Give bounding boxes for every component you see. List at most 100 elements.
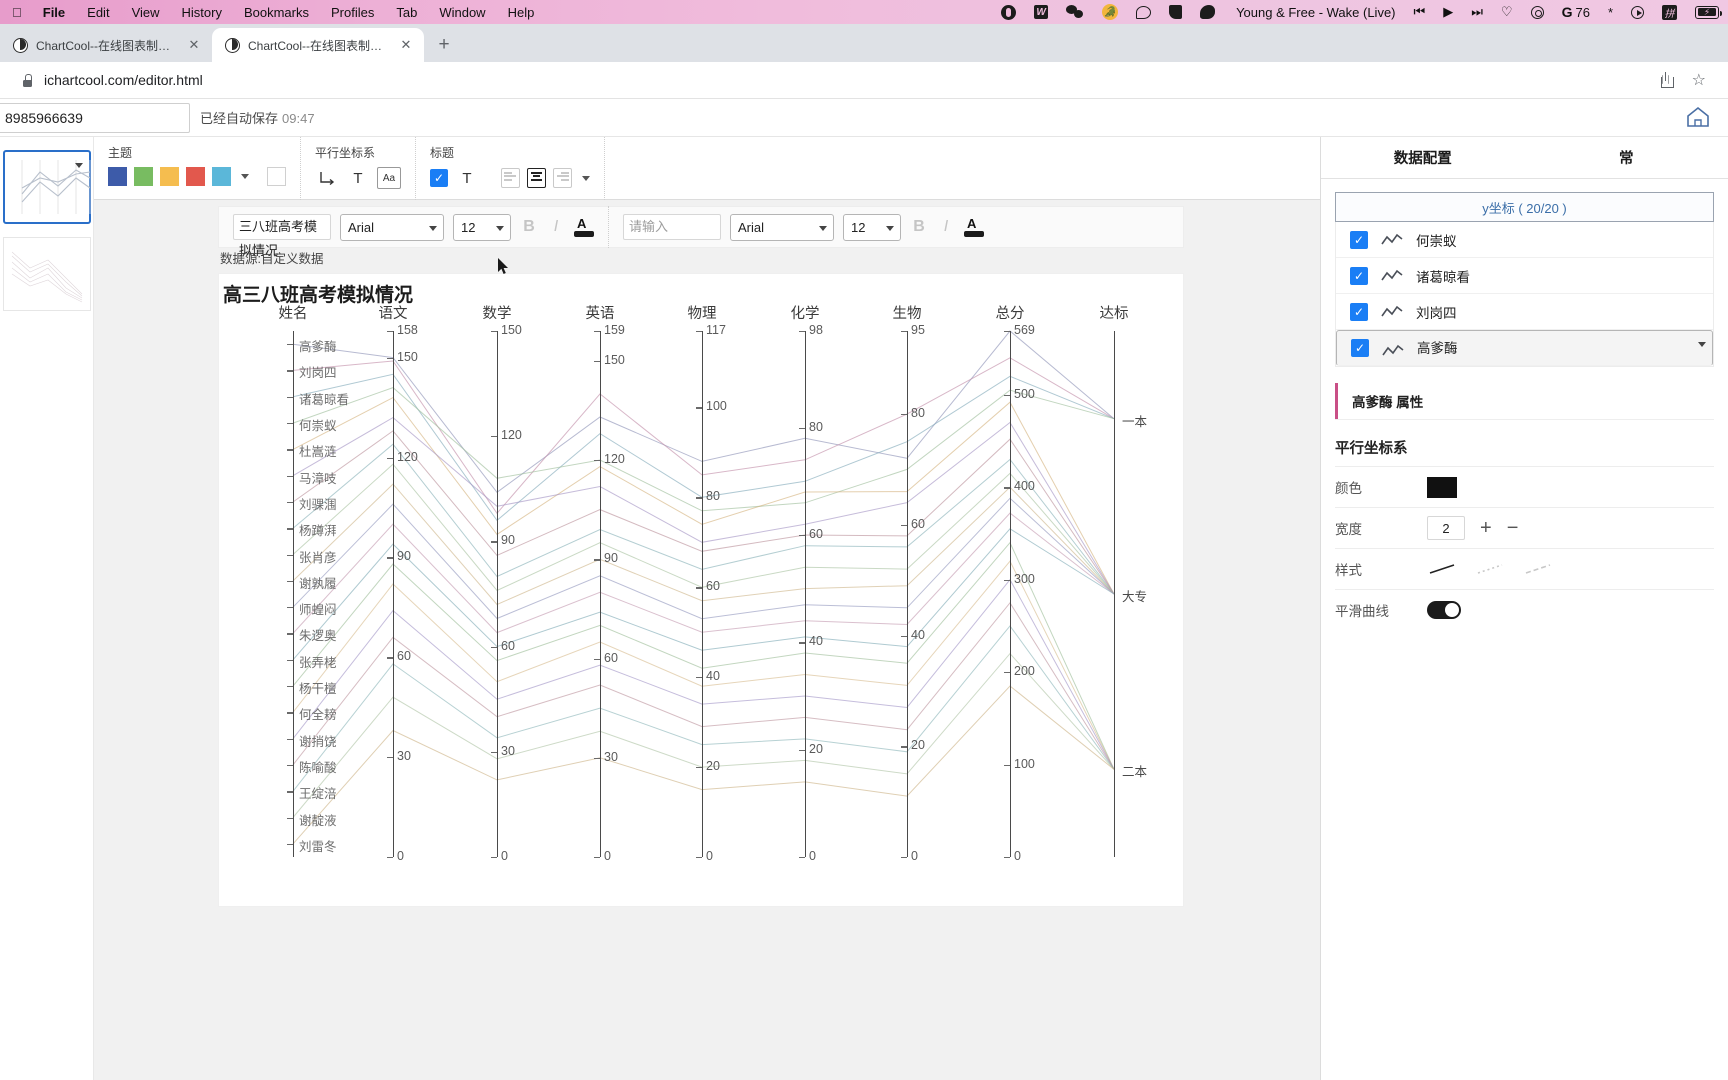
- subtitle-size-select[interactable]: 12: [843, 213, 901, 241]
- chart-title-input[interactable]: 三八班高考模拟情况: [233, 214, 331, 258]
- thumbnail-2[interactable]: [2, 237, 91, 311]
- series-checkbox[interactable]: ✓: [1350, 266, 1368, 285]
- text-icon[interactable]: T: [455, 167, 479, 189]
- text-icon[interactable]: T: [346, 167, 370, 189]
- tab-close-icon[interactable]: ✕: [186, 37, 202, 53]
- tab-close-icon[interactable]: ✕: [398, 37, 414, 53]
- theme-swatch-1[interactable]: [108, 167, 127, 186]
- menubar-item-history[interactable]: History: [171, 5, 233, 20]
- thumbnail-1[interactable]: [2, 150, 91, 224]
- theme-swatch-5[interactable]: [212, 167, 231, 186]
- chart-canvas[interactable]: 高三八班高考模拟情况 姓名 高爹酶 刘岗四 诸葛晾看 何崇蚁 杜嵩涟 马漳吱 刘骒涠 杨蹲湃 张肖…: [218, 273, 1184, 907]
- axis-arrow-icon[interactable]: [315, 167, 339, 189]
- line-width-input[interactable]: 2: [1427, 516, 1465, 540]
- w-app-icon[interactable]: W: [1025, 5, 1057, 19]
- series-polyline[interactable]: [292, 373, 1115, 522]
- play-icon[interactable]: ▶: [1434, 4, 1462, 20]
- new-tab-button[interactable]: +: [430, 31, 458, 59]
- browser-tab-2[interactable]: ChartCool--在线图表制作工具 ✕: [212, 28, 424, 62]
- list-item[interactable]: ✓ 刘岗四: [1336, 294, 1713, 330]
- subtitle-font-color-button[interactable]: A: [964, 216, 984, 238]
- bookmark-star-icon[interactable]: ☆: [1692, 70, 1706, 90]
- theme-swatch-2[interactable]: [134, 167, 153, 186]
- list-item[interactable]: ✓ 诸葛晾看: [1336, 258, 1713, 294]
- series-checkbox[interactable]: ✓: [1350, 230, 1368, 249]
- list-item[interactable]: ✓ 高爹酶: [1336, 330, 1713, 366]
- battery-icon[interactable]: ⚡: [1686, 5, 1728, 19]
- title-size-select[interactable]: 12: [453, 213, 511, 241]
- menubar-item-view[interactable]: View: [121, 5, 171, 20]
- address-bar[interactable]: ichartcool.com/editor.html: [44, 72, 203, 88]
- favicon-icon: [13, 37, 28, 53]
- line-style-dotted-icon[interactable]: [1475, 562, 1505, 576]
- line-style-dashed-icon[interactable]: [1523, 562, 1553, 576]
- speech-icon[interactable]: [1127, 5, 1160, 19]
- series-polyline[interactable]: [292, 512, 1115, 634]
- ime-icon[interactable]: 拼: [1653, 4, 1686, 20]
- axis-tick-label: 150: [397, 349, 418, 364]
- tab-data-config[interactable]: 数据配置: [1321, 147, 1525, 168]
- chevron-down-icon[interactable]: [241, 174, 249, 179]
- series-checkbox[interactable]: ✓: [1350, 302, 1368, 321]
- grammarly-icon[interactable]: G 76: [1553, 4, 1599, 20]
- subtitle-bold-button[interactable]: B: [910, 218, 928, 236]
- chevron-down-icon[interactable]: [582, 175, 590, 181]
- tab-general[interactable]: 常: [1525, 147, 1728, 168]
- font-box-icon[interactable]: Aa: [377, 167, 401, 189]
- list-item[interactable]: ✓ 何崇蚁: [1336, 222, 1713, 258]
- series-checkbox[interactable]: ✓: [1351, 339, 1369, 357]
- theme-swatch-3[interactable]: [160, 167, 179, 186]
- decrease-width-button[interactable]: −: [1507, 517, 1519, 540]
- apple-menu-icon[interactable]: : [0, 5, 32, 20]
- menubar-item-help[interactable]: Help: [497, 5, 546, 20]
- title-italic-button[interactable]: I: [547, 218, 565, 236]
- pen-icon[interactable]: [1160, 5, 1191, 19]
- align-center-icon[interactable]: [527, 168, 546, 188]
- menubar-item-file[interactable]: File: [32, 5, 76, 20]
- line-color-swatch[interactable]: [1427, 476, 1457, 498]
- evernote-icon[interactable]: [1191, 5, 1224, 19]
- bluetooth-icon[interactable]: *: [1599, 5, 1622, 20]
- title-visible-checkbox[interactable]: ✓: [430, 169, 448, 187]
- chart-subtitle-input[interactable]: 请输入: [623, 214, 721, 240]
- theme-swatch-4[interactable]: [186, 167, 205, 186]
- axis-tick-label: 80: [809, 419, 823, 434]
- duck-icon[interactable]: 🐊: [1093, 4, 1127, 20]
- smooth-curve-toggle[interactable]: [1427, 601, 1461, 619]
- subtitle-font-select[interactable]: Arial: [730, 213, 834, 241]
- share-icon[interactable]: [1659, 72, 1674, 88]
- menubar-item-bookmarks[interactable]: Bookmarks: [233, 5, 320, 20]
- series-polyline[interactable]: [292, 578, 1115, 770]
- menubar-item-tab[interactable]: Tab: [385, 5, 428, 20]
- screen-record-icon[interactable]: [1622, 5, 1653, 19]
- record-icon[interactable]: [992, 4, 1025, 20]
- menubar-item-edit[interactable]: Edit: [76, 5, 120, 20]
- subtitle-italic-button[interactable]: I: [937, 218, 955, 236]
- align-left-icon[interactable]: [501, 168, 520, 188]
- line-style-solid-icon[interactable]: [1427, 562, 1457, 576]
- series-polyline[interactable]: [292, 652, 1115, 818]
- browser-tab-1[interactable]: ChartCool--在线图表制作工具 ✕: [0, 28, 212, 62]
- increase-width-button[interactable]: +: [1480, 517, 1492, 540]
- wechat-icon[interactable]: [1057, 5, 1093, 19]
- series-polyline[interactable]: [292, 625, 1115, 792]
- series-polyline[interactable]: [292, 560, 1115, 770]
- filename-input[interactable]: 8985966639: [0, 103, 190, 133]
- menubar-item-profiles[interactable]: Profiles: [320, 5, 385, 20]
- title-font-color-button[interactable]: A: [574, 216, 594, 238]
- background-color-button[interactable]: [267, 167, 286, 186]
- align-right-icon[interactable]: [553, 168, 572, 188]
- title-font-select[interactable]: Arial: [340, 213, 444, 241]
- series-polyline[interactable]: [292, 357, 1115, 515]
- netease-icon[interactable]: [1522, 5, 1553, 19]
- menubar-item-window[interactable]: Window: [428, 5, 496, 20]
- series-polyline[interactable]: [292, 541, 1115, 770]
- prev-track-icon[interactable]: ⏮: [1405, 4, 1435, 20]
- home-icon[interactable]: [1682, 101, 1714, 133]
- next-track-icon[interactable]: ⏭: [1462, 4, 1492, 20]
- y-coordinate-header[interactable]: y坐标 ( 20/20 ): [1335, 192, 1714, 222]
- series-polyline[interactable]: [292, 685, 1115, 845]
- heart-icon[interactable]: ♡: [1492, 4, 1522, 20]
- title-bold-button[interactable]: B: [520, 218, 538, 236]
- series-polyline[interactable]: [292, 483, 1115, 606]
